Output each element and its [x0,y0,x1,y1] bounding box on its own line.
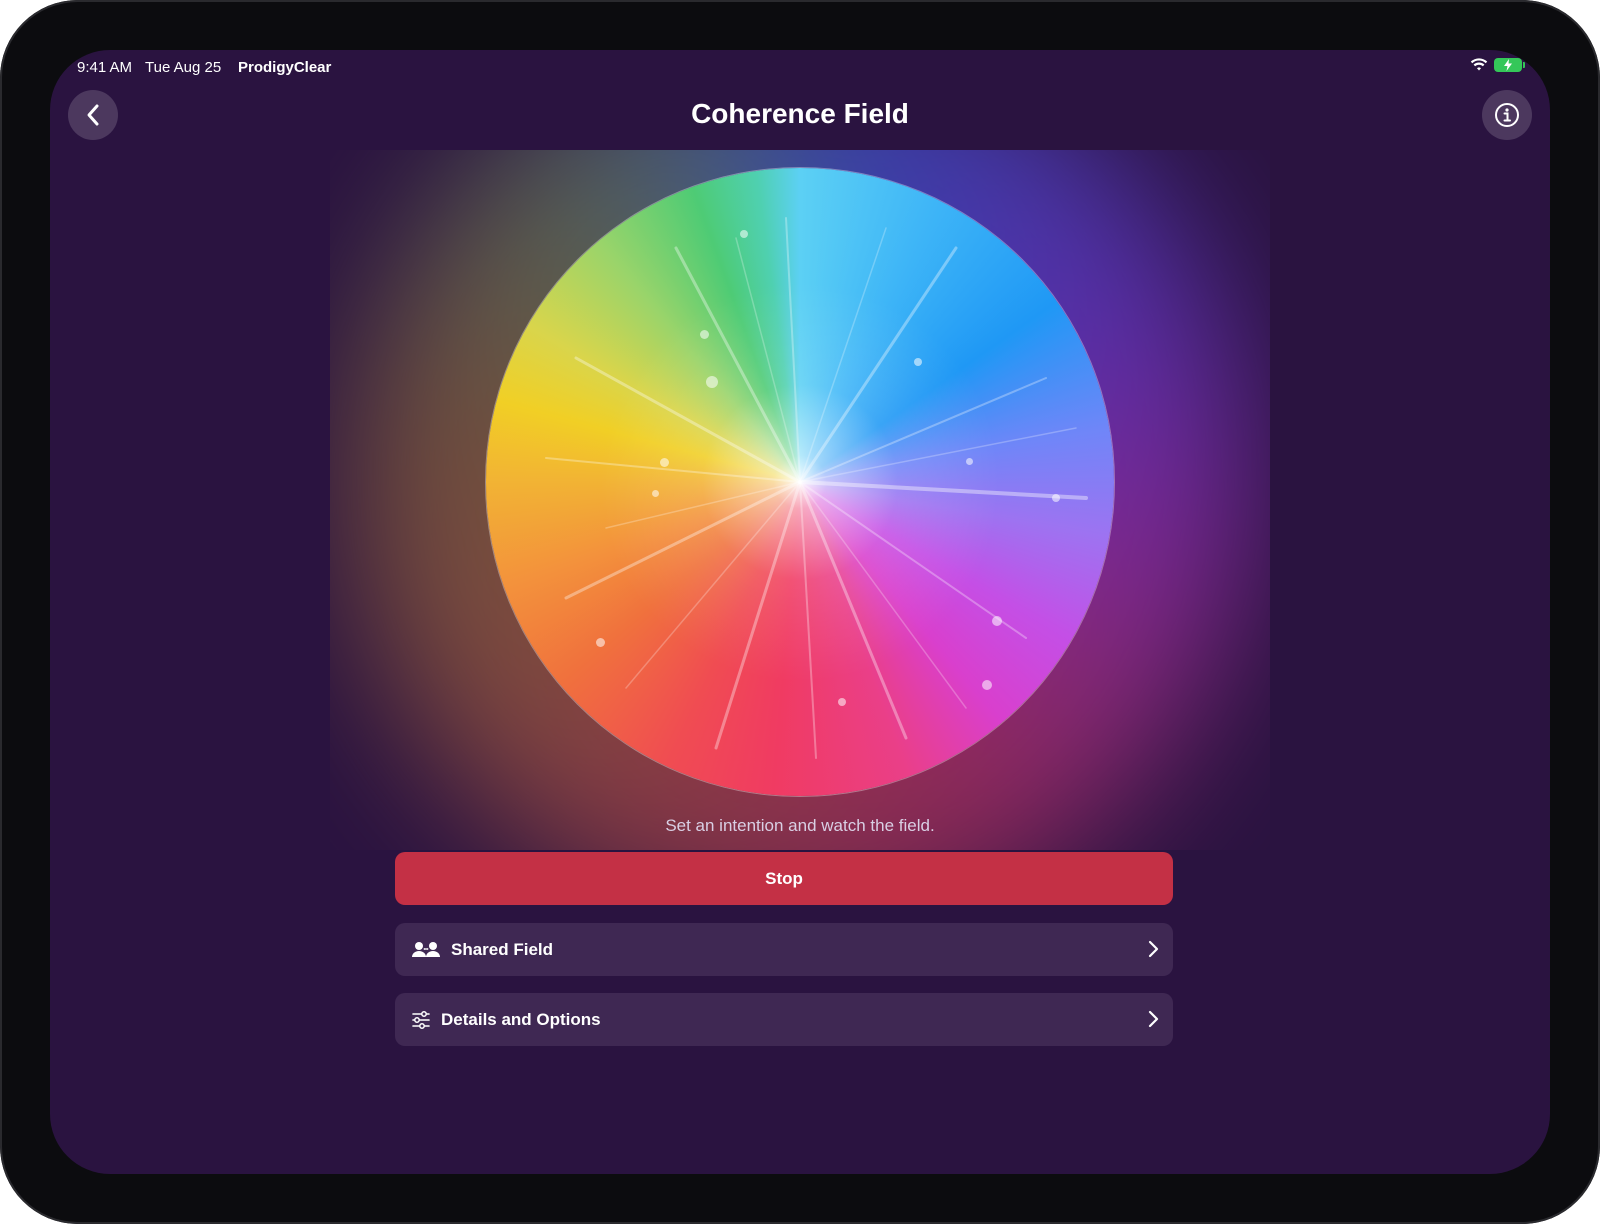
shared-field-label: Shared Field [451,939,554,959]
sparkle [596,638,605,647]
sparkle [652,490,659,497]
sparkle [914,358,922,366]
details-options-label: Details and Options [441,1009,601,1029]
sliders-icon [411,1010,431,1029]
people-icon [411,941,441,959]
sparkle [660,458,669,467]
info-circle-icon [1495,103,1519,127]
stop-button[interactable]: Stop [395,852,1173,905]
battery-icon [1494,58,1525,72]
status-bar: 9:41 AM Tue Aug 25 ProdigyClear [50,50,1550,86]
page-title: Coherence Field [691,98,909,129]
status-date: Tue Aug 25 [145,59,222,76]
wifi-icon [1470,58,1488,71]
screen: 9:41 AM Tue Aug 25 ProdigyClear Coherenc… [50,50,1550,1174]
sparkle [992,616,1002,626]
device-frame: 9:41 AM Tue Aug 25 ProdigyClear Coherenc… [0,0,1600,1224]
chevron-right-icon [1148,1010,1159,1028]
sparkle [1052,494,1060,502]
sparkle [966,458,973,465]
sparkle [706,376,718,388]
chevron-right-icon [1148,940,1159,958]
info-button[interactable] [1482,90,1532,140]
sparkle [838,698,846,706]
coherence-field[interactable] [330,150,1270,850]
sparkle [740,230,748,238]
color-wheel[interactable] [486,168,1114,796]
status-app-name: ProdigyClear [238,59,332,76]
details-options-row[interactable]: Details and Options [395,993,1173,1046]
charging-bolt-icon [1504,59,1512,71]
field-prompt: Set an intention and watch the field. [665,816,935,835]
status-indicators [1470,58,1525,72]
shared-field-row[interactable]: Shared Field [395,923,1173,976]
center-glow [486,168,1114,796]
sparkle [700,330,709,339]
sparkle [982,680,992,690]
status-time: 9:41 AM [77,59,133,76]
